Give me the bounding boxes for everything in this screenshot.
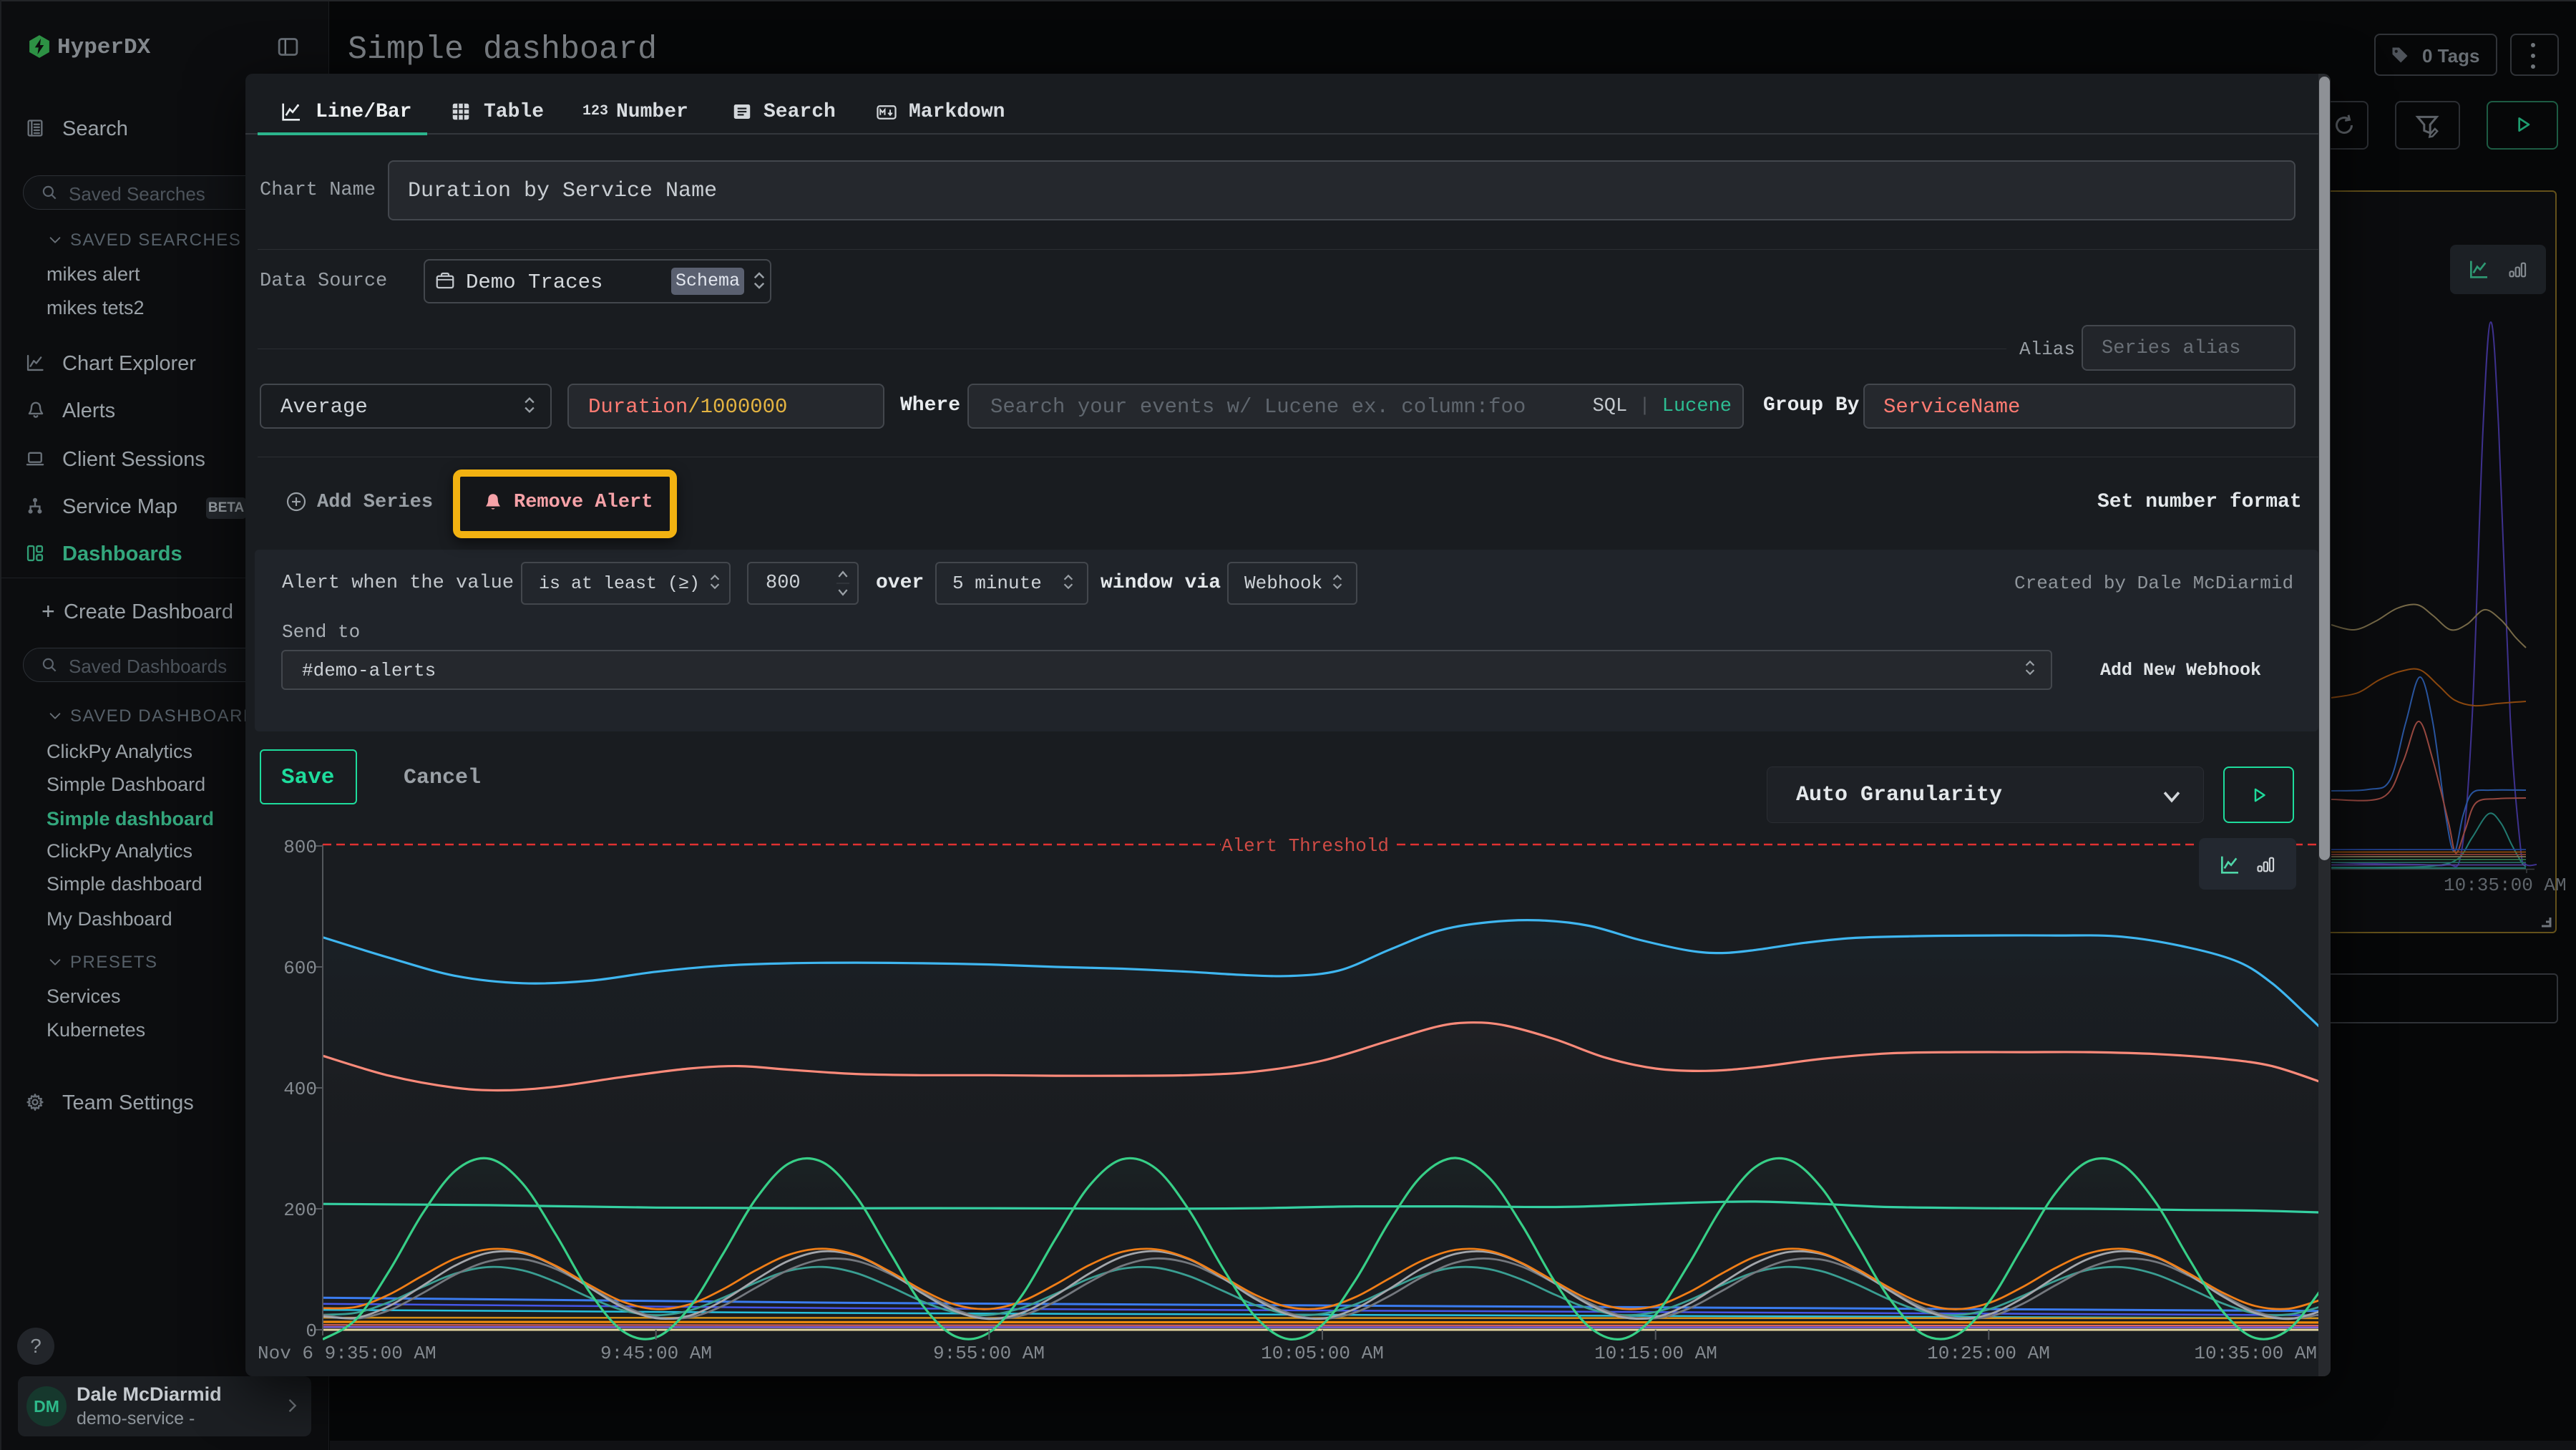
svg-text:10:35:00 AM: 10:35:00 AM [2194,1343,2317,1364]
svg-text:10:05:00 AM: 10:05:00 AM [1261,1343,1384,1364]
svg-text:10:25:00 AM: 10:25:00 AM [1927,1343,2050,1364]
svg-text:9:45:00 AM: 9:45:00 AM [600,1343,712,1364]
svg-text:600: 600 [283,958,317,979]
svg-text:400: 400 [283,1079,317,1100]
svg-text:800: 800 [283,837,317,858]
svg-text:0: 0 [306,1320,317,1342]
svg-text:Alert Threshold: Alert Threshold [1221,835,1389,857]
svg-text:Nov 6 9:35:00 AM: Nov 6 9:35:00 AM [258,1343,436,1364]
svg-text:9:55:00 AM: 9:55:00 AM [933,1343,1045,1364]
svg-text:10:15:00 AM: 10:15:00 AM [1594,1343,1717,1364]
svg-text:200: 200 [283,1200,317,1221]
